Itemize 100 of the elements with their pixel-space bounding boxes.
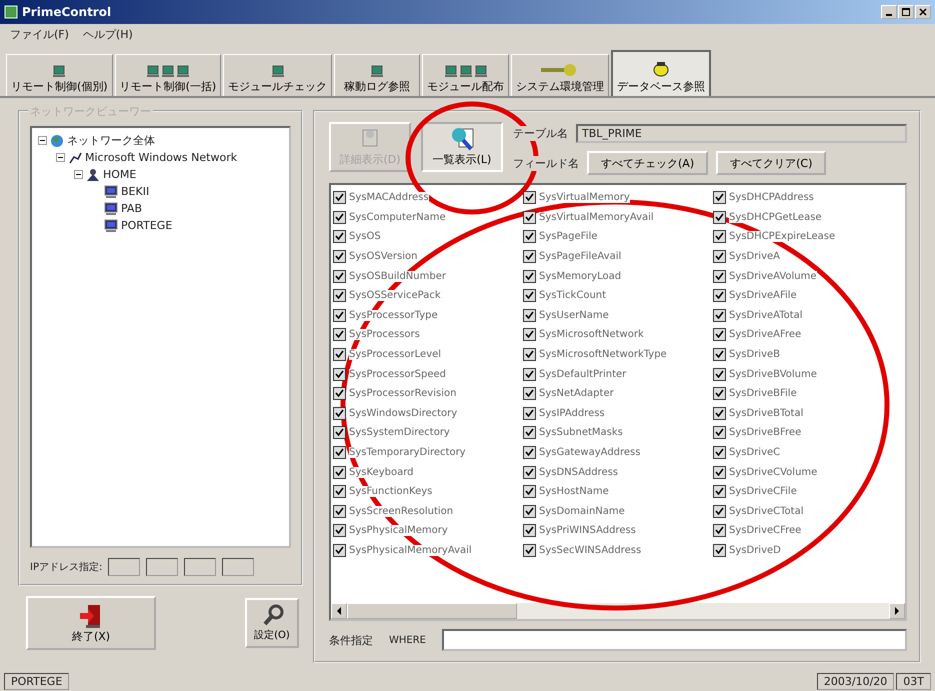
checkbox[interactable]	[523, 485, 536, 498]
field-name: SysDHCPExpireLease	[729, 231, 836, 242]
checkbox[interactable]	[333, 250, 346, 264]
checkbox[interactable]	[523, 426, 536, 440]
checkbox[interactable]	[333, 387, 346, 400]
list-button[interactable]: 一覧表示(L)	[421, 122, 503, 172]
checkbox[interactable]	[523, 289, 536, 302]
checkbox[interactable]	[333, 368, 346, 381]
close-button[interactable]	[915, 5, 931, 19]
checkbox[interactable]	[713, 406, 726, 420]
checkbox[interactable]	[523, 328, 536, 342]
checkbox[interactable]	[713, 250, 726, 264]
checkbox[interactable]	[333, 230, 346, 244]
checkbox[interactable]	[523, 210, 536, 224]
checkbox[interactable]	[523, 446, 536, 460]
checkbox[interactable]	[713, 544, 726, 557]
checkbox[interactable]	[713, 289, 726, 302]
ip-octet-field[interactable]	[184, 558, 216, 576]
checkbox[interactable]	[333, 328, 346, 342]
horizontal-scrollbar[interactable]	[331, 603, 905, 619]
checkbox[interactable]	[333, 289, 346, 302]
checkbox[interactable]	[333, 466, 346, 479]
checkbox[interactable]	[333, 191, 346, 204]
checkbox[interactable]	[713, 446, 726, 460]
ip-octet-field[interactable]	[222, 558, 254, 576]
tree-item[interactable]: ネットワーク全体	[67, 133, 155, 148]
ip-octet-field[interactable]	[146, 558, 178, 576]
settings-button[interactable]: 設定(O)	[245, 598, 299, 648]
tab[interactable]: 稼動ログ参照	[334, 54, 420, 96]
exit-button[interactable]: 終了(X)	[26, 596, 156, 650]
checkbox[interactable]	[713, 308, 726, 322]
field-name: SysDefaultPrinter	[539, 368, 626, 380]
checkbox[interactable]	[713, 466, 726, 479]
checkbox[interactable]	[713, 387, 726, 400]
checkbox[interactable]	[713, 230, 726, 244]
maximize-button[interactable]	[898, 5, 914, 19]
checkbox[interactable]	[713, 524, 726, 538]
table-name-field[interactable]: TBL_PRIME	[576, 124, 907, 143]
left-arrow-icon[interactable]	[336, 607, 342, 615]
checkbox[interactable]	[333, 544, 346, 557]
checkbox[interactable]	[333, 504, 346, 518]
checkbox[interactable]	[333, 210, 346, 224]
check-icon	[335, 330, 344, 340]
checkbox[interactable]	[523, 270, 536, 283]
checkbox[interactable]	[333, 426, 346, 440]
check-icon	[525, 370, 534, 379]
tab[interactable]: モジュール配布	[422, 54, 510, 96]
checkbox[interactable]	[523, 524, 536, 538]
checkbox[interactable]	[333, 524, 346, 538]
field-name: SysScreenResolution	[349, 506, 454, 517]
checkbox[interactable]	[523, 308, 536, 322]
checkbox[interactable]	[333, 446, 346, 460]
checkbox[interactable]	[713, 485, 726, 498]
where-field[interactable]	[442, 629, 907, 651]
tree-item[interactable]: Microsoft Windows Network	[85, 151, 238, 164]
collapse-toggle[interactable]	[74, 170, 83, 179]
checkbox[interactable]	[713, 210, 726, 224]
checkbox[interactable]	[333, 406, 346, 420]
right-arrow-icon[interactable]	[894, 607, 900, 615]
computer-icon	[370, 65, 384, 77]
checkbox[interactable]	[523, 230, 536, 244]
checkbox[interactable]	[523, 466, 536, 479]
tab[interactable]: データベース参照	[611, 50, 712, 96]
checkbox[interactable]	[713, 328, 726, 342]
checkbox[interactable]	[333, 485, 346, 498]
tab[interactable]: リモート制御(個別)	[6, 54, 113, 96]
tree-item[interactable]: PORTEGE	[121, 219, 172, 232]
checkbox[interactable]	[333, 308, 346, 322]
checkbox[interactable]	[523, 250, 536, 264]
checkbox[interactable]	[523, 191, 536, 204]
checkbox[interactable]	[713, 348, 726, 362]
clear-all-button[interactable]: すべてクリア(C)	[716, 151, 826, 175]
checkbox[interactable]	[523, 504, 536, 518]
ip-octet-field[interactable]	[108, 558, 140, 576]
checkbox[interactable]	[523, 348, 536, 362]
tab[interactable]: リモート制御(一括)	[114, 54, 222, 96]
checkbox[interactable]	[523, 368, 536, 381]
checkbox[interactable]	[333, 270, 346, 283]
tab[interactable]: システム環境管理	[511, 54, 610, 96]
menu-item[interactable]: ファイル(F)	[10, 27, 69, 43]
checkbox[interactable]	[523, 387, 536, 400]
checkbox[interactable]	[333, 348, 346, 362]
checkbox[interactable]	[713, 426, 726, 440]
checkbox[interactable]	[523, 406, 536, 420]
tree-item[interactable]: HOME	[103, 168, 136, 181]
minimize-button[interactable]	[881, 5, 897, 19]
check-all-button[interactable]: すべてチェック(A)	[587, 151, 708, 175]
checkbox[interactable]	[523, 544, 536, 557]
tree-item[interactable]: PAB	[121, 202, 142, 215]
tree-item[interactable]: BEKII	[121, 185, 150, 198]
collapse-toggle[interactable]	[56, 153, 65, 162]
field-name: SysDriveA	[729, 251, 780, 262]
tab[interactable]: モジュールチェック	[223, 54, 332, 96]
checkbox[interactable]	[713, 504, 726, 518]
checkbox[interactable]	[713, 270, 726, 283]
checkbox[interactable]	[713, 191, 726, 204]
checkbox[interactable]	[713, 368, 726, 381]
collapse-toggle[interactable]	[38, 136, 47, 145]
menu-item[interactable]: ヘルプ(H)	[82, 27, 133, 43]
check-icon	[715, 428, 724, 438]
